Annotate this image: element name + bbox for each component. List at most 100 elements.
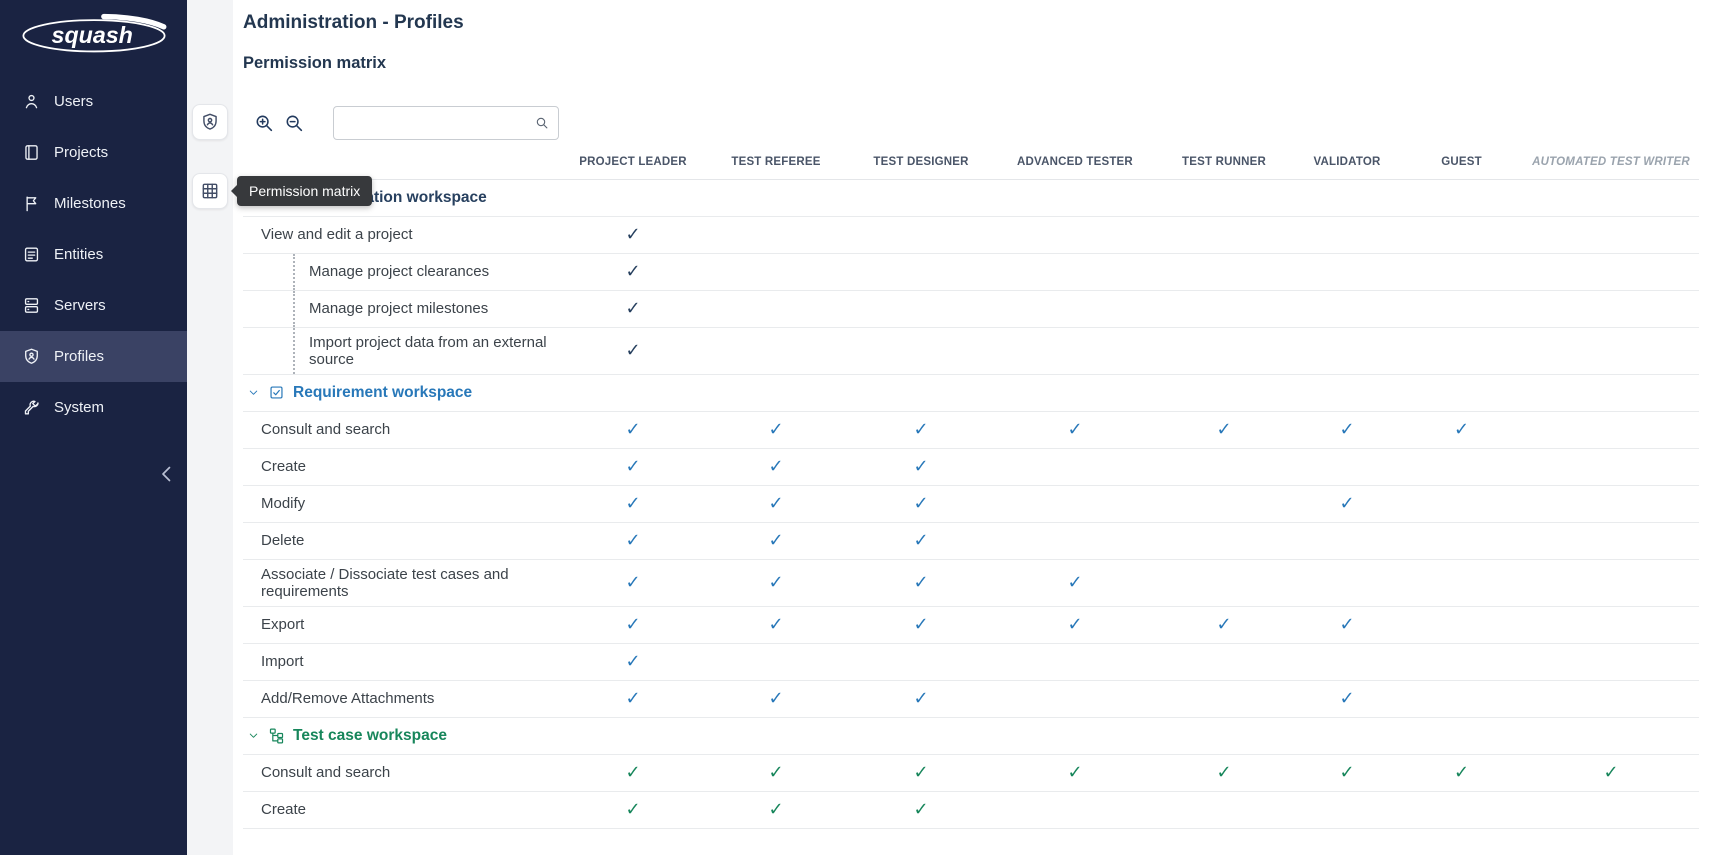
sidebar-item-entities[interactable]: Entities [0,229,187,280]
check-cell [706,216,846,253]
check-cell [1154,448,1294,485]
sidebar-item-profiles[interactable]: Profiles [0,331,187,382]
check-icon: ✓ [625,799,640,820]
chevron-down-icon[interactable] [247,386,260,399]
check-cell: ✓ [560,606,706,643]
profiles-detail-tab-button[interactable] [192,104,228,140]
permission-label: Modify [243,485,560,522]
sidebar-item-label: Projects [54,144,108,161]
check-cell: ✓ [560,411,706,448]
search-input[interactable] [334,115,558,131]
logo-area[interactable]: squash [0,0,187,64]
section-row-test-case-workspace: Test case workspace [243,717,1699,754]
matrix-corner [243,145,560,179]
sidebar-item-projects[interactable]: Projects [0,127,187,178]
check-cell [996,448,1154,485]
check-cell: ✓ [846,522,996,559]
check-cell: ✓ [1294,606,1400,643]
grid-icon [200,181,220,201]
check-cell [1294,253,1400,290]
sidebar-item-label: Servers [54,297,106,314]
permission-label: Import [243,643,560,680]
checkbox-icon [268,384,285,401]
check-icon: ✓ [768,762,783,783]
section-header-administration-workspace[interactable]: Administration workspace [243,179,1699,216]
permission-row: Import✓ [243,643,1699,680]
check-cell [1523,327,1699,374]
check-cell: ✓ [560,754,706,791]
sidebar-item-servers[interactable]: Servers [0,280,187,331]
check-cell [1154,559,1294,606]
check-icon: ✓ [625,298,640,319]
check-cell [1294,448,1400,485]
user-icon [22,92,41,111]
sidebar-item-milestones[interactable]: Milestones [0,178,187,229]
zoom-in-button[interactable] [249,108,279,138]
check-cell [706,253,846,290]
check-icon: ✓ [768,456,783,477]
check-icon: ✓ [1339,493,1354,514]
check-icon: ✓ [768,419,783,440]
section-header-test-case-workspace[interactable]: Test case workspace [243,717,1699,754]
check-icon: ✓ [1067,572,1082,593]
check-icon: ✓ [768,493,783,514]
check-cell [1294,290,1400,327]
permission-row: Create✓✓✓ [243,448,1699,485]
secondary-rail [187,0,233,855]
check-cell [846,643,996,680]
check-cell [1294,216,1400,253]
check-cell: ✓ [706,606,846,643]
permission-label: Create [243,448,560,485]
permission-row: Create✓✓✓ [243,791,1699,828]
check-icon: ✓ [1339,688,1354,709]
check-icon: ✓ [1339,762,1354,783]
check-icon: ✓ [1339,614,1354,635]
check-icon: ✓ [625,572,640,593]
check-cell [1154,791,1294,828]
check-cell: ✓ [706,485,846,522]
check-cell: ✓ [1154,606,1294,643]
check-cell: ✓ [706,448,846,485]
check-cell [996,327,1154,374]
check-icon: ✓ [913,493,928,514]
column-header-test-designer: TEST DESIGNER [846,145,996,179]
check-cell: ✓ [560,253,706,290]
check-cell: ✓ [560,448,706,485]
card-icon [22,245,41,264]
permission-row: View and edit a project✓ [243,216,1699,253]
chevron-down-icon[interactable] [247,729,260,742]
check-icon: ✓ [1216,762,1231,783]
flag-icon [22,194,41,213]
check-cell: ✓ [1294,485,1400,522]
check-cell [846,327,996,374]
check-cell [996,290,1154,327]
permission-row: Export✓✓✓✓✓✓ [243,606,1699,643]
zoom-out-button[interactable] [279,108,309,138]
permission-row: Modify✓✓✓✓ [243,485,1699,522]
check-cell [996,216,1154,253]
check-cell: ✓ [560,559,706,606]
check-cell [1523,791,1699,828]
tree-icon [268,727,285,744]
section-title: Requirement workspace [293,384,472,402]
check-icon: ✓ [1216,614,1231,635]
check-cell [1400,559,1523,606]
check-cell [1523,559,1699,606]
section-header-requirement-workspace[interactable]: Requirement workspace [243,374,1699,411]
zoom-in-icon [253,112,275,134]
badge-icon [22,347,41,366]
sidebar-item-users[interactable]: Users [0,76,187,127]
check-cell [1523,643,1699,680]
check-icon: ✓ [913,530,928,551]
column-header-automated-test-writer: AUTOMATED TEST WRITER [1523,145,1699,179]
check-icon: ✓ [1603,762,1618,783]
check-cell: ✓ [1400,754,1523,791]
sidebar-collapse-button[interactable] [155,462,179,486]
check-cell: ✓ [706,559,846,606]
permission-row: Consult and search✓✓✓✓✓✓✓✓ [243,754,1699,791]
permission-matrix-tab-button[interactable] [192,173,228,209]
check-cell: ✓ [846,606,996,643]
sidebar-item-system[interactable]: System [0,382,187,433]
check-cell: ✓ [846,448,996,485]
section-row-administration-workspace: Administration workspace [243,179,1699,216]
